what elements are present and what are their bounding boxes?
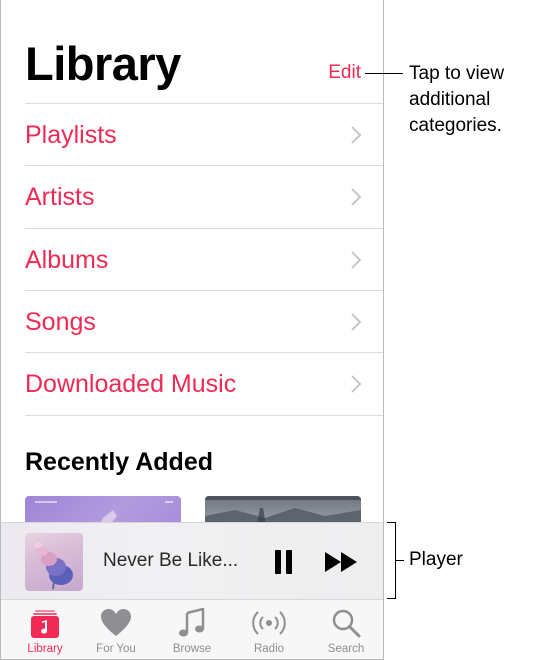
library-item-albums[interactable]: Albums xyxy=(25,229,383,291)
library-item-songs[interactable]: Songs xyxy=(25,291,383,353)
tab-for-you[interactable]: For You xyxy=(78,600,154,659)
tab-label: Browse xyxy=(172,643,212,655)
library-item-label: Songs xyxy=(25,307,96,336)
chevron-right-icon xyxy=(351,313,362,331)
tab-search[interactable]: Search xyxy=(308,600,383,659)
now-playing-artwork[interactable] xyxy=(25,533,83,591)
library-item-label: Artists xyxy=(25,182,95,211)
fast-forward-icon[interactable] xyxy=(324,551,358,573)
mini-player[interactable]: Never Be Like... xyxy=(1,522,383,600)
music-note-icon xyxy=(179,608,205,637)
library-item-downloaded-music[interactable]: Downloaded Music xyxy=(25,353,383,415)
album-art-flower xyxy=(34,542,73,590)
tab-label: For You xyxy=(96,643,136,655)
tab-label: Library xyxy=(27,643,63,655)
callout-edit-line2: additional xyxy=(409,89,491,110)
chevron-right-icon xyxy=(351,126,362,144)
tab-label: Radio xyxy=(253,643,285,655)
callout-edit: Tap to view additional categories. xyxy=(409,61,504,139)
library-icon xyxy=(31,610,59,638)
pause-icon[interactable] xyxy=(273,549,295,575)
callout-line-player xyxy=(396,560,404,561)
divider xyxy=(25,415,383,416)
tab-radio[interactable]: Radio xyxy=(231,600,307,659)
heart-icon xyxy=(101,609,131,636)
callout-bracket-bottom xyxy=(387,598,395,599)
search-icon xyxy=(332,609,361,638)
callout-edit-line3: categories. xyxy=(409,115,502,136)
now-playing-title[interactable]: Never Be Like... xyxy=(103,550,238,572)
chevron-right-icon xyxy=(351,188,362,206)
edit-button[interactable]: Edit xyxy=(328,62,361,84)
callout-bracket-top xyxy=(387,522,395,523)
page: Library Edit Playlists Artists Albums So… xyxy=(0,0,556,660)
tab-library[interactable]: Library xyxy=(7,600,83,659)
library-item-artists[interactable]: Artists xyxy=(25,166,383,228)
library-item-playlists[interactable]: Playlists xyxy=(25,104,383,166)
chevron-right-icon xyxy=(351,375,362,393)
radio-icon xyxy=(252,611,286,635)
callout-player: Player xyxy=(409,549,463,570)
chevron-right-icon xyxy=(351,251,362,269)
tab-label: Search xyxy=(327,643,365,655)
library-item-label: Albums xyxy=(25,245,109,274)
callout-edit-line1: Tap to view xyxy=(409,63,505,84)
callout-line-edit xyxy=(365,73,403,74)
phone-screen: Library Edit Playlists Artists Albums So… xyxy=(0,0,384,660)
tab-browse[interactable]: Browse xyxy=(154,600,230,659)
library-item-label: Playlists xyxy=(25,120,117,149)
library-item-label: Downloaded Music xyxy=(25,369,237,398)
tab-bar: Library For You Browse Radio Search xyxy=(1,599,383,659)
recently-added-title: Recently Added xyxy=(25,448,214,476)
page-title: Library xyxy=(25,37,181,90)
